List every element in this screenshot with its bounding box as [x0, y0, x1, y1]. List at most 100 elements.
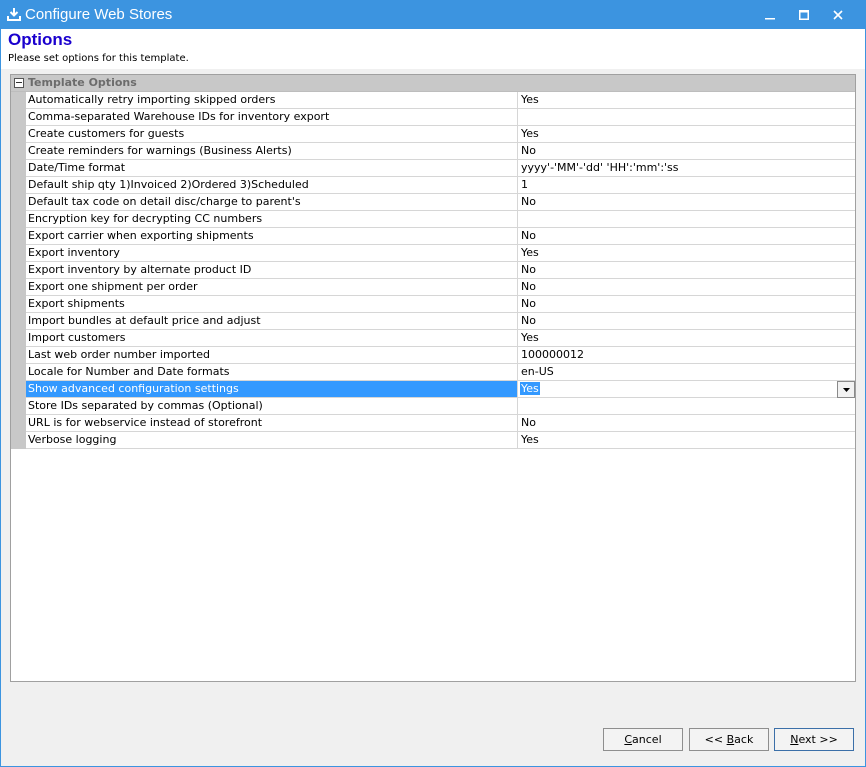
property-row[interactable]: Automatically retry importing skipped or… — [11, 92, 855, 109]
property-value[interactable]: 1 — [521, 178, 841, 191]
property-value[interactable]: No — [521, 314, 841, 327]
column-splitter[interactable] — [517, 160, 518, 177]
column-splitter[interactable] — [517, 347, 518, 364]
collapse-minus-icon[interactable] — [14, 78, 24, 88]
column-splitter[interactable] — [517, 364, 518, 381]
column-splitter[interactable] — [517, 109, 518, 126]
property-row[interactable]: Comma-separated Warehouse IDs for invent… — [11, 109, 855, 126]
property-row[interactable]: Last web order number imported 100000012 — [11, 347, 855, 364]
minimize-button[interactable] — [753, 0, 787, 29]
property-row[interactable]: Export shipments No — [11, 296, 855, 313]
property-row[interactable]: Show advanced configuration settings Yes — [11, 381, 855, 398]
column-splitter[interactable] — [517, 92, 518, 109]
property-name: Import bundles at default price and adju… — [28, 314, 261, 327]
minimize-icon — [765, 17, 775, 19]
property-row[interactable]: Locale for Number and Date formats en-US — [11, 364, 855, 381]
column-splitter[interactable] — [517, 415, 518, 432]
property-name: Export inventory — [28, 246, 120, 259]
property-value[interactable]: en-US — [521, 365, 841, 378]
value-dropdown-button[interactable] — [837, 381, 855, 398]
cancel-accelerator: C — [624, 733, 633, 746]
column-splitter[interactable] — [517, 330, 518, 347]
property-value-editor[interactable]: Yes — [520, 382, 540, 395]
property-value[interactable]: No — [521, 297, 841, 310]
row-gutter — [11, 245, 26, 262]
property-value[interactable]: No — [521, 280, 841, 293]
property-value[interactable]: Yes — [521, 93, 841, 106]
property-row[interactable]: Encryption key for decrypting CC numbers — [11, 211, 855, 228]
property-row[interactable]: URL is for webservice instead of storefr… — [11, 415, 855, 432]
row-gutter — [11, 432, 26, 449]
property-value[interactable]: yyyy'-'MM'-'dd' 'HH':'mm':'ss — [521, 161, 841, 174]
row-gutter — [11, 143, 26, 160]
column-splitter[interactable] — [517, 194, 518, 211]
property-row[interactable]: Create customers for guests Yes — [11, 126, 855, 143]
property-name: Show advanced configuration settings — [28, 382, 239, 395]
property-row[interactable]: Export inventory by alternate product ID… — [11, 262, 855, 279]
column-splitter[interactable] — [517, 381, 518, 398]
next-accelerator: N — [790, 733, 799, 746]
row-gutter — [11, 296, 26, 313]
property-value[interactable]: Yes — [521, 331, 841, 344]
back-prefix: << — [704, 733, 727, 746]
property-row[interactable]: Date/Time format yyyy'-'MM'-'dd' 'HH':'mm… — [11, 160, 855, 177]
column-splitter[interactable] — [517, 143, 518, 160]
property-value[interactable]: No — [521, 416, 841, 429]
property-value[interactable]: No — [521, 195, 841, 208]
property-value[interactable]: No — [521, 263, 841, 276]
property-name: Export shipments — [28, 297, 125, 310]
chevron-down-icon — [842, 387, 850, 392]
back-accelerator: B — [726, 733, 735, 746]
page-subtitle: Please set options for this template. — [8, 53, 189, 64]
column-splitter[interactable] — [517, 432, 518, 449]
row-gutter — [11, 126, 26, 143]
property-name: Create reminders for warnings (Business … — [28, 144, 292, 157]
row-gutter — [11, 262, 26, 279]
property-value[interactable]: Yes — [521, 127, 841, 140]
next-button[interactable]: Next >> — [774, 728, 854, 751]
property-value[interactable]: Yes — [521, 433, 841, 446]
back-button[interactable]: << Back — [689, 728, 769, 751]
property-value[interactable]: 100000012 — [521, 348, 841, 361]
column-splitter[interactable] — [517, 279, 518, 296]
property-row[interactable]: Store IDs separated by commas (Optional) — [11, 398, 855, 415]
row-gutter — [11, 177, 26, 194]
maximize-button[interactable] — [787, 0, 821, 29]
column-splitter[interactable] — [517, 228, 518, 245]
property-row[interactable]: Export inventory Yes — [11, 245, 855, 262]
download-tray-icon — [7, 7, 21, 21]
back-label: ack — [734, 733, 754, 746]
column-splitter[interactable] — [517, 262, 518, 279]
window-title: Configure Web Stores — [25, 6, 173, 23]
property-grid[interactable]: Template Options Automatically retry imp… — [10, 74, 856, 682]
property-row[interactable]: Default ship qty 1)Invoiced 2)Ordered 3)… — [11, 177, 855, 194]
cancel-label: ancel — [632, 733, 662, 746]
row-gutter — [11, 313, 26, 330]
next-label: ext >> — [798, 733, 838, 746]
property-row[interactable]: Import bundles at default price and adju… — [11, 313, 855, 330]
property-row[interactable]: Verbose logging Yes — [11, 432, 855, 449]
property-value[interactable]: No — [521, 229, 841, 242]
maximize-icon — [799, 9, 809, 20]
category-row[interactable]: Template Options — [11, 75, 855, 92]
column-splitter[interactable] — [517, 126, 518, 143]
property-name: Comma-separated Warehouse IDs for invent… — [28, 110, 330, 123]
column-splitter[interactable] — [517, 211, 518, 228]
property-row[interactable]: Export one shipment per order No — [11, 279, 855, 296]
column-splitter[interactable] — [517, 245, 518, 262]
property-row[interactable]: Default tax code on detail disc/charge t… — [11, 194, 855, 211]
property-value[interactable]: No — [521, 144, 841, 157]
dialog-client-area: Options Please set options for this temp… — [1, 29, 865, 766]
column-splitter[interactable] — [517, 398, 518, 415]
column-splitter[interactable] — [517, 313, 518, 330]
property-row[interactable]: Export carrier when exporting shipments N… — [11, 228, 855, 245]
cancel-button[interactable]: Cancel — [603, 728, 683, 751]
column-splitter[interactable] — [517, 296, 518, 313]
title-bar[interactable]: Configure Web Stores — [0, 0, 866, 29]
column-splitter[interactable] — [517, 177, 518, 194]
property-row[interactable]: Import customers Yes — [11, 330, 855, 347]
close-button[interactable] — [821, 0, 855, 29]
property-row[interactable]: Create reminders for warnings (Business … — [11, 143, 855, 160]
property-name: URL is for webservice instead of storefr… — [28, 416, 263, 429]
property-value[interactable]: Yes — [521, 246, 841, 259]
